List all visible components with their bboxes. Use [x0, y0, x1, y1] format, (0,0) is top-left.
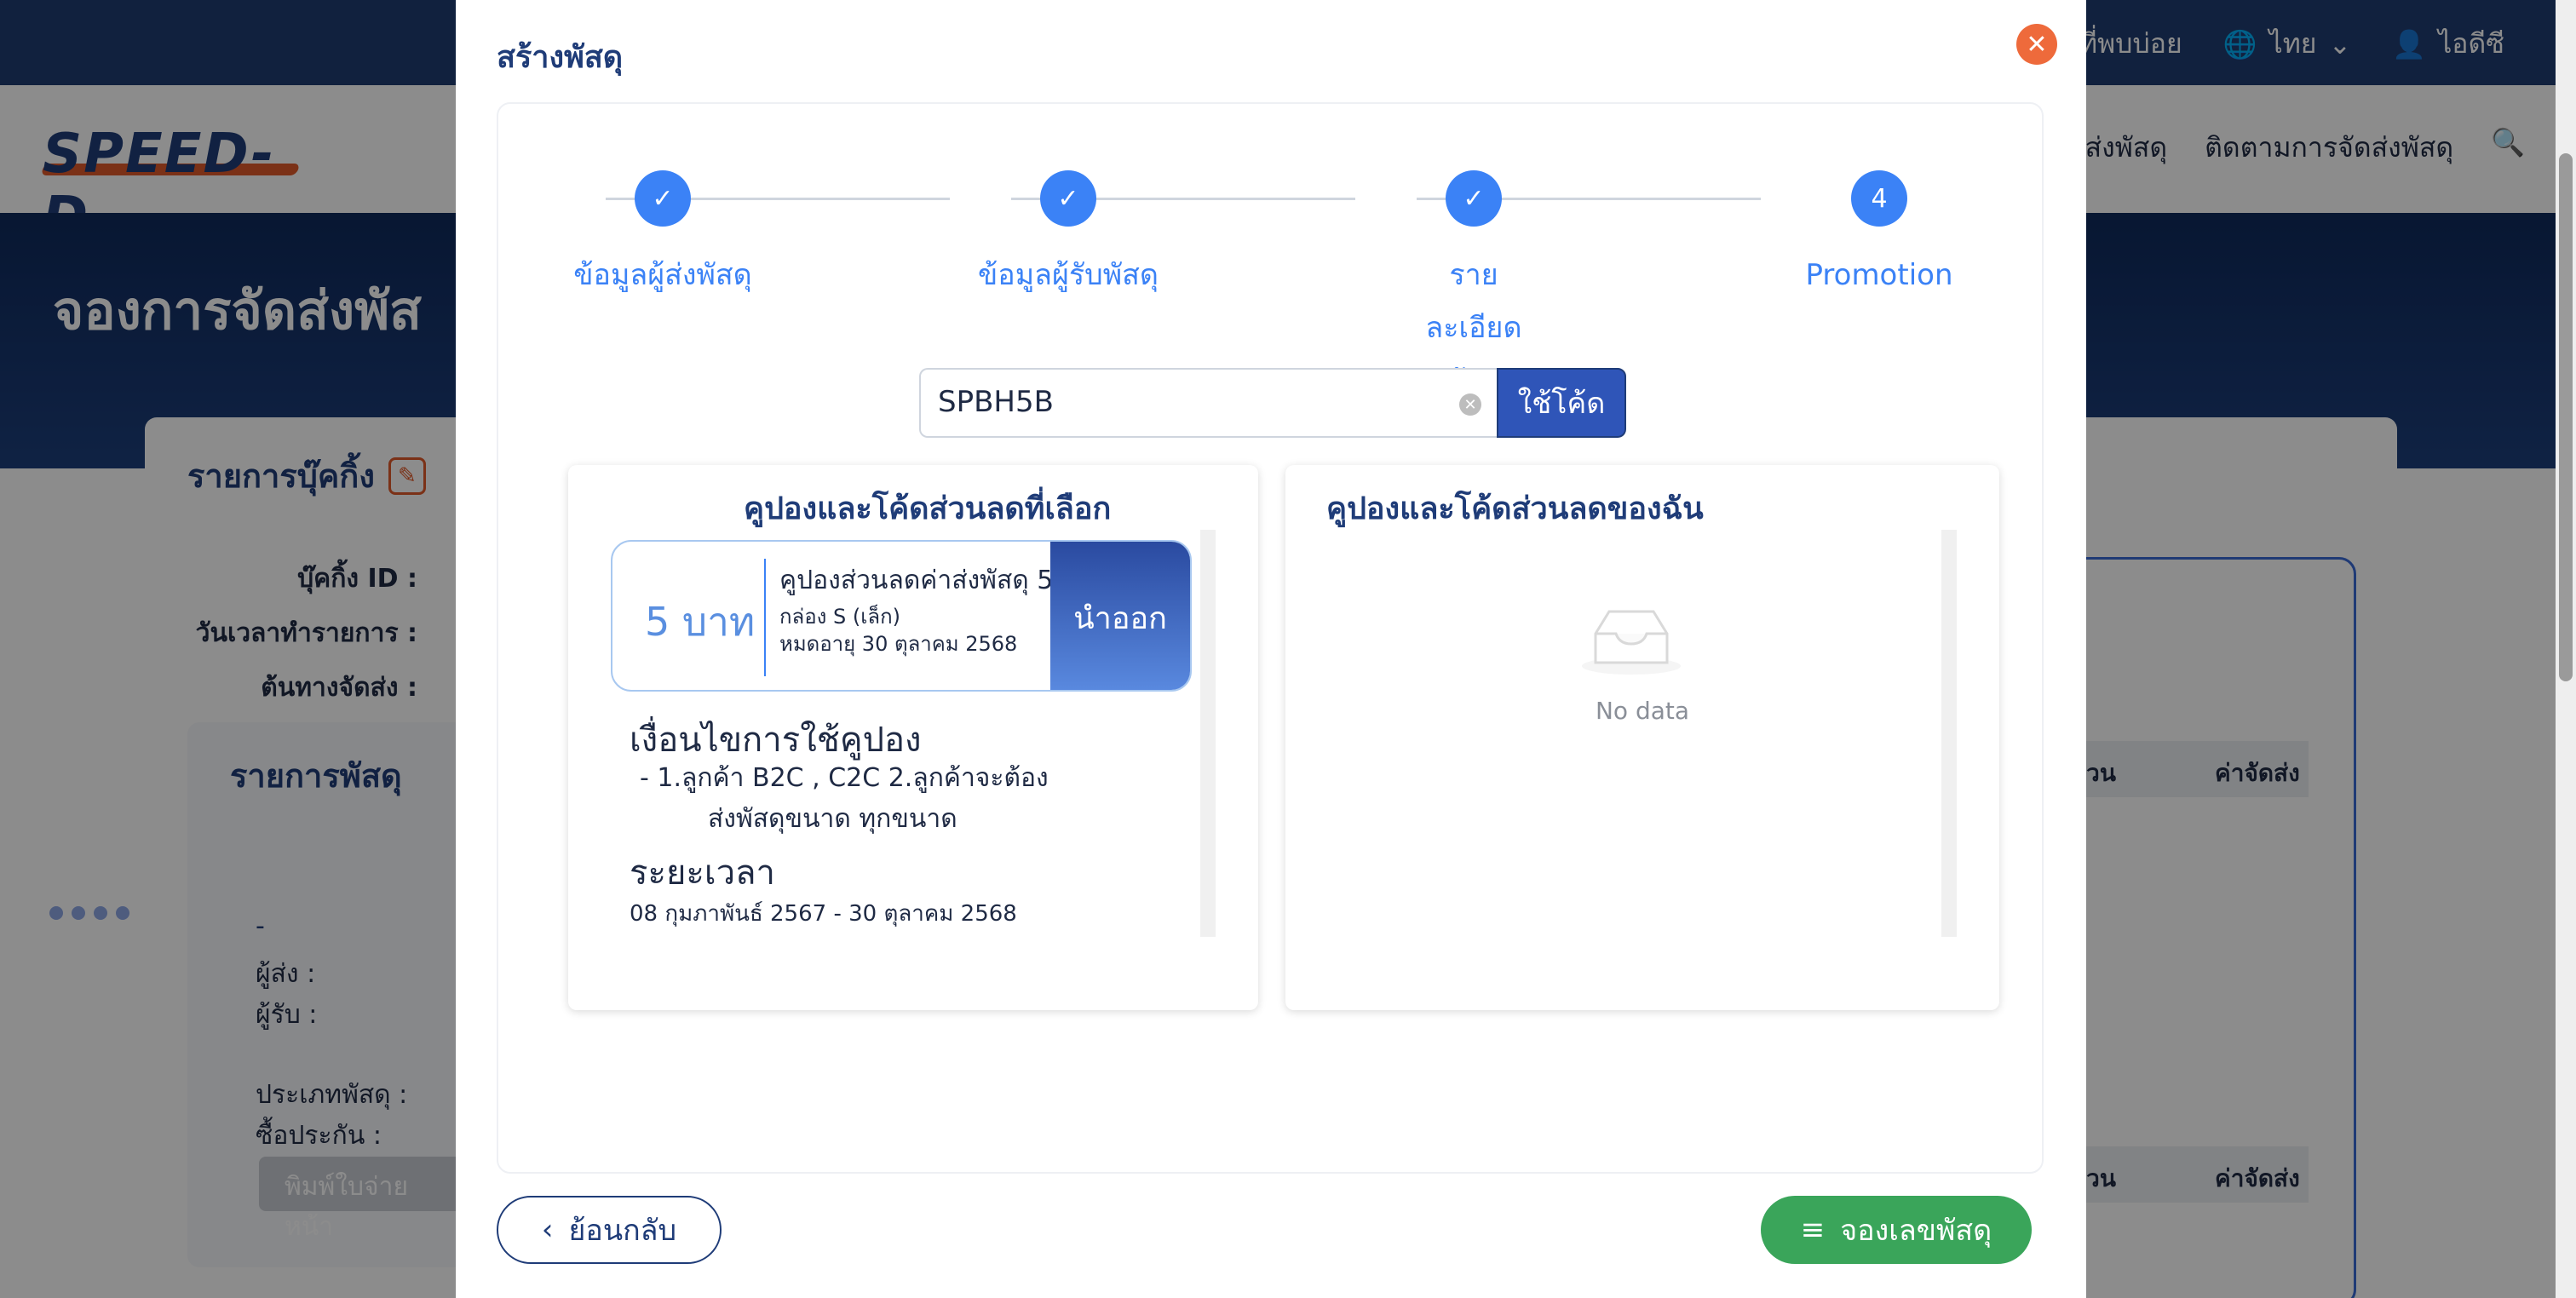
back-label: ย้อนกลับ [568, 1214, 677, 1248]
step-1-check-icon: ✓ [635, 170, 691, 227]
close-icon: ✕ [2026, 29, 2048, 60]
page-scrollbar-thumb[interactable] [2559, 153, 2573, 681]
step-4-number: 4 [1851, 170, 1907, 227]
coupon-input-row: SPBH5B ✕ ใช้โค้ด [919, 368, 1626, 438]
conditions-line-1: - 1.ลูกค้า B2C , C2C 2.ลูกค้าจะต้อง [640, 763, 1049, 793]
clear-input-icon[interactable]: ✕ [1459, 393, 1481, 416]
selected-panel-scrollbar[interactable] [1200, 530, 1216, 937]
remove-coupon-button[interactable]: นำออก [1050, 542, 1190, 690]
step-2-check-icon: ✓ [1040, 170, 1096, 227]
coupon-code-input[interactable]: SPBH5B ✕ [919, 368, 1497, 438]
step-1-label: ข้อมูลผู้ส่งพัสดุ [573, 258, 752, 292]
selected-coupons-title: คูปองและโค้ดส่วนลดที่เลือก [744, 491, 1112, 526]
chevron-left-icon: ‹ [541, 1213, 554, 1247]
coupon-expiry: หมดอายุ 30 ตุลาคม 2568 [779, 632, 1018, 656]
coupon-code-value: SPBH5B [938, 385, 1054, 419]
conditions-line-2: ส่งพัสดุขนาด ทุกขนาด [708, 804, 957, 834]
my-coupons-panel: คูปองและโค้ดส่วนลดของฉัน No data [1285, 465, 1999, 1010]
empty-text: No data [1595, 697, 1690, 725]
modal-title: สร้างพัสดุ [497, 40, 624, 75]
step-2-label: ข้อมูลผู้รับพัสดุ [978, 258, 1159, 292]
page-scrollbar[interactable] [2556, 0, 2576, 1298]
apply-code-button[interactable]: ใช้โค้ด [1497, 368, 1626, 438]
selected-coupons-panel: คูปองและโค้ดส่วนลดที่เลือก 5 บาท คูปองส่… [568, 465, 1258, 1010]
close-button[interactable]: ✕ [2016, 24, 2057, 65]
coupon-name: คูปองส่วนลดค่าส่งพัสดุ 5 [779, 566, 1054, 595]
conditions-text: - 1.ลูกค้า B2C , C2C 2.ลูกค้าจะต้อง ส่งพ… [640, 758, 1083, 840]
back-button[interactable]: ‹ ย้อนกลับ [497, 1196, 722, 1264]
list-check-icon: ≡ [1800, 1213, 1826, 1247]
period-text: 08 กุมภาพันธ์ 2567 - 30 ตุลาคม 2568 [630, 901, 1017, 927]
step-4-label: Promotion [1805, 258, 1953, 292]
stepper: ✓ ข้อมูลผู้ส่งพัสดุ ✓ ข้อมูลผู้รับพัสดุ … [524, 167, 2023, 398]
coupon-divider [764, 559, 766, 676]
book-label: จองเลขพัสดุ [1840, 1214, 1992, 1248]
my-panel-scrollbar[interactable] [1941, 530, 1957, 937]
my-coupons-title: คูปองและโค้ดส่วนลดของฉัน [1326, 491, 1704, 526]
empty-inbox-icon [1582, 610, 1681, 675]
coupon-card: 5 บาท คูปองส่วนลดค่าส่งพัสดุ 5 กล่อง S (… [611, 540, 1192, 692]
period-title: ระยะเวลา [630, 853, 775, 893]
book-parcel-button[interactable]: ≡ จองเลขพัสดุ [1761, 1196, 2032, 1264]
step-3-check-icon: ✓ [1446, 170, 1502, 227]
coupon-value: 5 บาท [645, 599, 756, 645]
